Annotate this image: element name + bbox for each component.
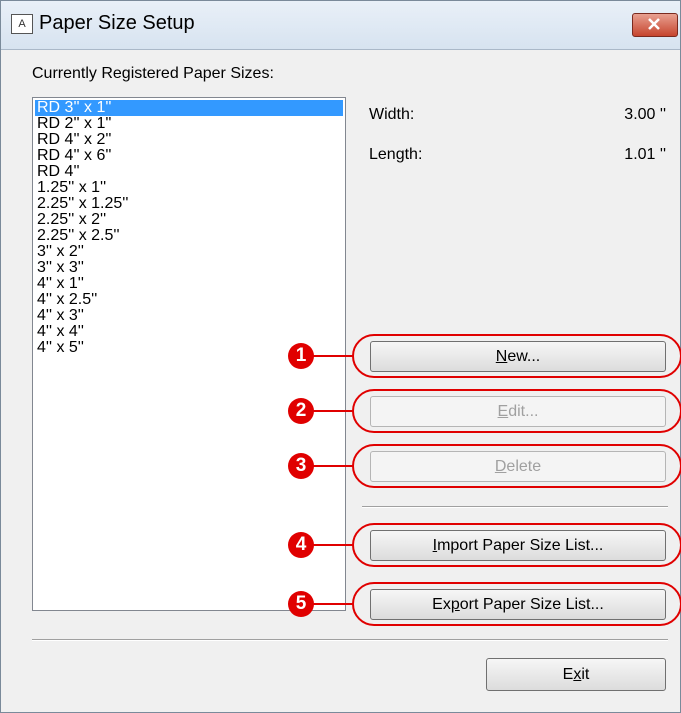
list-item[interactable]: RD 4'' x 2'' [35,132,343,148]
list-item[interactable]: 2.25'' x 2.5'' [35,228,343,244]
exit-label: it [581,666,590,683]
title-bar[interactable]: A Paper Size Setup [1,1,680,50]
list-item[interactable]: RD 3'' x 1'' [35,100,343,116]
export-mnemonic: p [450,596,460,613]
edit-label: dit... [508,403,539,420]
length-label: Length: [369,146,423,163]
new-label: ew... [507,348,541,365]
export-label-pre: Ex [432,596,451,613]
label-app-icon: A [11,14,33,34]
length-value: 1.01 '' [624,146,666,163]
list-item[interactable]: 2.25'' x 2'' [35,212,343,228]
import-label: mport Paper Size List... [437,537,604,554]
delete-mnemonic: D [494,458,507,475]
edit-button[interactable]: Edit... [370,396,666,427]
list-item[interactable]: 4'' x 3'' [35,308,343,324]
list-item[interactable]: 4'' x 1'' [35,276,343,292]
close-icon [648,18,660,30]
export-label: ort Paper Size List... [459,596,604,613]
callout-marker-4: 4 [288,532,314,558]
exit-button[interactable]: Exit [486,658,666,691]
list-item[interactable]: 1.25'' x 1'' [35,180,343,196]
list-item[interactable]: 4'' x 2.5'' [35,292,343,308]
callout-line-4 [313,544,353,546]
exit-label-pre: E [562,666,574,683]
list-item[interactable]: 4'' x 4'' [35,324,343,340]
callout-line-3 [313,465,353,467]
window-title: Paper Size Setup [39,12,195,34]
list-item[interactable]: 2.25'' x 1.25'' [35,196,343,212]
new-mnemonic: N [495,348,508,365]
close-button[interactable] [632,13,678,37]
delete-label: elete [506,458,542,475]
divider [362,506,668,508]
list-item[interactable]: 3'' x 3'' [35,260,343,276]
edit-mnemonic: E [497,403,509,420]
new-button[interactable]: New... [370,341,666,372]
bottom-divider [32,639,668,641]
callout-marker-1: 1 [288,343,314,369]
callout-line-5 [313,603,353,605]
list-item[interactable]: RD 2'' x 1'' [35,116,343,132]
callout-line-1 [313,355,353,357]
import-paper-size-list-button[interactable]: Import Paper Size List... [370,530,666,561]
export-paper-size-list-button[interactable]: Export Paper Size List... [370,589,666,620]
callout-marker-5: 5 [288,591,314,617]
callout-marker-3: 3 [288,453,314,479]
callout-marker-2: 2 [288,398,314,424]
list-item[interactable]: 3'' x 2'' [35,244,343,260]
list-item[interactable]: RD 4'' [35,164,343,180]
callout-line-2 [313,410,353,412]
registered-sizes-label: Currently Registered Paper Sizes: [32,65,274,82]
paper-size-setup-dialog: A Paper Size Setup Currently Registered … [0,0,681,713]
width-value: 3.00 '' [624,106,666,123]
width-label: Width: [369,106,415,123]
delete-button[interactable]: Delete [370,451,666,482]
list-item[interactable]: RD 4'' x 6'' [35,148,343,164]
